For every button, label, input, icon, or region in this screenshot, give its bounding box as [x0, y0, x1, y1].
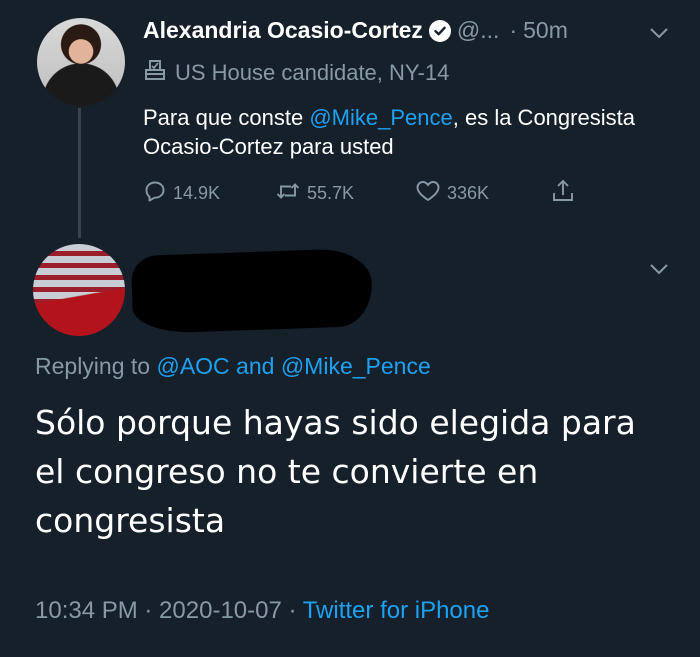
like-count: 336K: [447, 183, 490, 203]
redacted-name-scribble: [130, 247, 374, 335]
reply-tweet-text: Sólo porque hayas sido elegida para el c…: [35, 403, 636, 540]
chevron-down-icon[interactable]: [648, 26, 670, 45]
label-text: US House candidate, NY-14: [175, 59, 450, 85]
timestamp[interactable]: 50m: [523, 17, 568, 44]
tweet-text: Para que conste @Mike_Pence, es la Congr…: [143, 103, 663, 161]
tweet-header: Alexandria Ocasio-Cortez @... · 50m: [143, 17, 568, 44]
retweet-count: 55.7K: [307, 183, 355, 203]
tweet-timestamp[interactable]: 10:34 PM · 2020-10-07 ·: [35, 597, 303, 624]
share-icon: [550, 178, 576, 209]
heart-icon: [415, 179, 441, 208]
verified-badge-icon: [428, 19, 451, 42]
reply-icon: [143, 179, 167, 208]
ballot-box-icon: [143, 58, 167, 87]
tweet-actions: 14.9K 55.7K 336K: [143, 178, 576, 209]
mention-link[interactable]: @Mike_Pence: [309, 105, 452, 130]
chevron-down-icon[interactable]: [648, 262, 670, 281]
retweet-icon: [275, 179, 301, 208]
separator: ·: [509, 17, 518, 43]
reply-count: 14.9K: [173, 183, 221, 203]
replying-prefix: Replying to: [35, 353, 157, 379]
avatar[interactable]: [37, 18, 125, 106]
tweet-text-part: Para que conste: [143, 105, 310, 130]
candidate-label: US House candidate, NY-14: [143, 58, 449, 87]
mention-link[interactable]: @AOC: [156, 353, 229, 379]
like-button[interactable]: 336K: [415, 179, 550, 208]
replying-and: and: [229, 353, 281, 379]
retweet-button[interactable]: 55.7K: [275, 179, 415, 208]
tweet-source-link[interactable]: Twitter for iPhone: [303, 597, 490, 624]
avatar[interactable]: [33, 244, 125, 336]
mention-link[interactable]: @Mike_Pence: [281, 353, 431, 379]
display-name[interactable]: Alexandria Ocasio-Cortez: [143, 17, 423, 44]
handle[interactable]: @...: [457, 17, 500, 44]
share-button[interactable]: [550, 178, 576, 209]
reply-button[interactable]: 14.9K: [143, 179, 275, 208]
tweet-footer: 10:34 PM · 2020-10-07 · Twitter for iPho…: [35, 597, 489, 625]
thread-connector-line: [78, 108, 81, 238]
replying-to: Replying to @AOC and @Mike_Pence: [35, 353, 431, 380]
